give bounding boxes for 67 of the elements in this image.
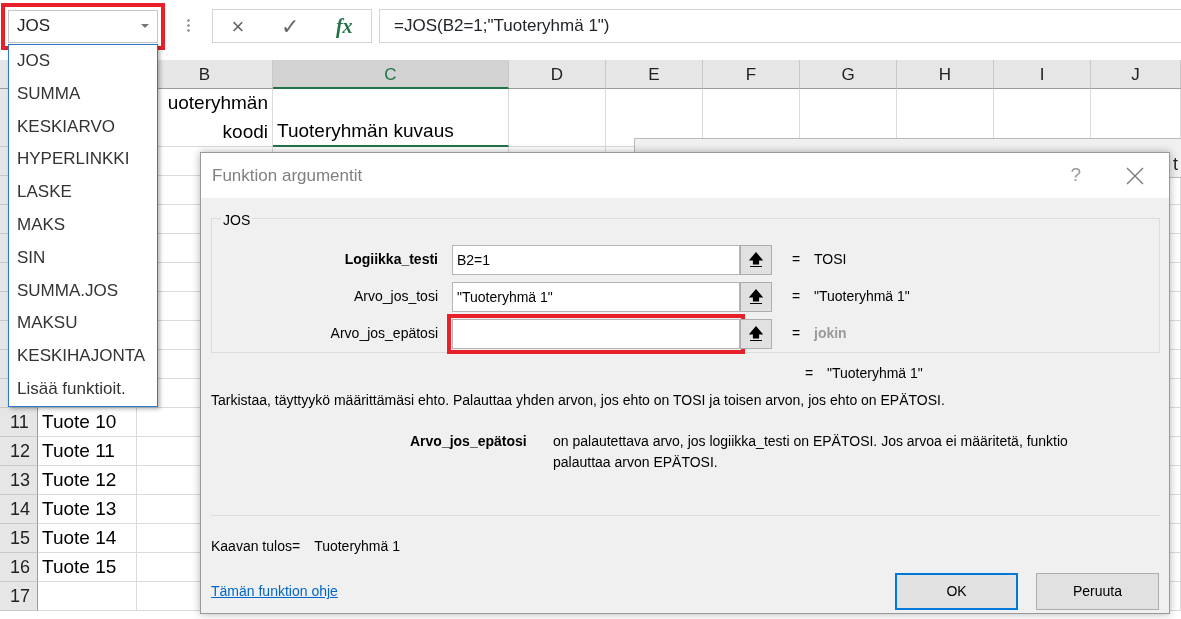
cancel-button[interactable]: ×	[231, 9, 245, 43]
dialog-button[interactable]: OK	[895, 573, 1018, 610]
argument-field[interactable]: B2=1	[452, 244, 740, 275]
collapse-dialog-button[interactable]	[740, 281, 772, 312]
formula-result-value: Tuoteryhmä 1	[314, 537, 400, 556]
column-header[interactable]: E	[606, 60, 703, 89]
close-icon[interactable]	[1126, 166, 1144, 185]
argument-result: TOSI	[814, 250, 847, 269]
insert-function-button[interactable]: fx	[335, 11, 353, 41]
equals-sign: =	[805, 364, 815, 383]
equals-sign: =	[792, 250, 802, 269]
table-cell: Tuoteryhmän kuvaus	[273, 89, 509, 147]
table-cell: Tuote 10	[38, 408, 137, 437]
row-header[interactable]: 14	[0, 495, 38, 524]
column-header[interactable]: D	[509, 60, 606, 89]
collapse-dialog-button[interactable]	[740, 318, 772, 349]
column-header[interactable]: J	[1091, 60, 1181, 89]
equals-sign: =	[792, 324, 802, 343]
row-header[interactable]: 17	[0, 582, 38, 611]
function-list-item[interactable]: SUMMA.JOS	[9, 274, 157, 308]
argument-label: Arvo_jos_tosi	[352, 287, 439, 306]
function-list-item[interactable]: LASKE	[9, 176, 157, 209]
table-cell: Tuote 12	[38, 466, 137, 495]
row-header[interactable]: 15	[0, 524, 38, 553]
row-header[interactable]: 13	[0, 466, 38, 495]
function-list-item[interactable]: MAKSU	[9, 307, 157, 341]
table-cell: Tuote 15	[38, 553, 137, 582]
row-header[interactable]: 16	[0, 553, 38, 582]
function-list-item[interactable]: Lisää funktioit.	[9, 372, 157, 406]
row-header[interactable]: 12	[0, 437, 38, 466]
text-fragment: t	[1173, 153, 1178, 176]
dialog-title: Funktion argumentit	[212, 164, 363, 187]
table-cell: Tuote 13	[38, 495, 137, 524]
name-box[interactable]: JOS	[8, 9, 158, 43]
help-link[interactable]: Tämän funktion ohje	[211, 581, 338, 602]
argument-label: Logiikka_testi	[343, 250, 439, 269]
column-header[interactable]: G	[800, 60, 897, 89]
formula-result-label: Kaavan tulos=	[211, 537, 301, 556]
table-cell: Tuote 14	[38, 524, 137, 553]
column-header[interactable]: F	[703, 60, 800, 89]
equals-sign: =	[792, 287, 802, 306]
caret-icon[interactable]	[141, 24, 149, 28]
function-list-item[interactable]: KESKIHAJONTA	[9, 340, 157, 373]
argument-result: jokin	[814, 324, 847, 343]
function-list-item[interactable]: MAKS	[9, 209, 157, 242]
argument-label: Arvo_jos_epätosi	[329, 324, 439, 343]
upload-arrow-icon	[749, 288, 763, 305]
formula-field[interactable]: =JOS(B2=1;"Tuoteryhmä 1")	[379, 9, 1181, 43]
table-cell: Tuote 11	[38, 437, 137, 466]
argument-help-name: Arvo_jos_epätosi	[410, 432, 528, 451]
function-description: Tarkistaa, täyttyykö määrittämäsi ehto. Palauttaa yhden arvon, jos ehto on TOSI ja toisen arvon, jos ehto on EPÄTOSI.	[211, 391, 946, 410]
argument-field[interactable]: "Tuoteryhmä 1"	[452, 281, 740, 312]
enter-button[interactable]: ✓	[281, 9, 300, 43]
argument-help-text: on palautettava arvo, jos logiikka_testi on EPÄTOSI. Jos arvoa ei määritetä, funktio palauttaa arvon EPÄTOSI.	[553, 432, 1069, 472]
argument-result: "Tuoteryhmä 1"	[814, 287, 910, 306]
column-header[interactable]: C	[273, 60, 509, 89]
dialog-button[interactable]: Peruuta	[1036, 573, 1159, 610]
formula-value: "Tuoteryhmä 1"	[827, 364, 923, 383]
name-box-value: JOS	[17, 15, 51, 38]
function-list-item[interactable]: SIN	[9, 241, 157, 275]
grip-icon	[187, 18, 190, 34]
collapse-dialog-button[interactable]	[740, 244, 772, 275]
column-header[interactable]: I	[994, 60, 1091, 89]
upload-arrow-icon	[749, 325, 763, 342]
upload-arrow-icon	[749, 251, 763, 268]
column-header[interactable]: H	[897, 60, 994, 89]
row-header[interactable]: 11	[0, 408, 38, 437]
